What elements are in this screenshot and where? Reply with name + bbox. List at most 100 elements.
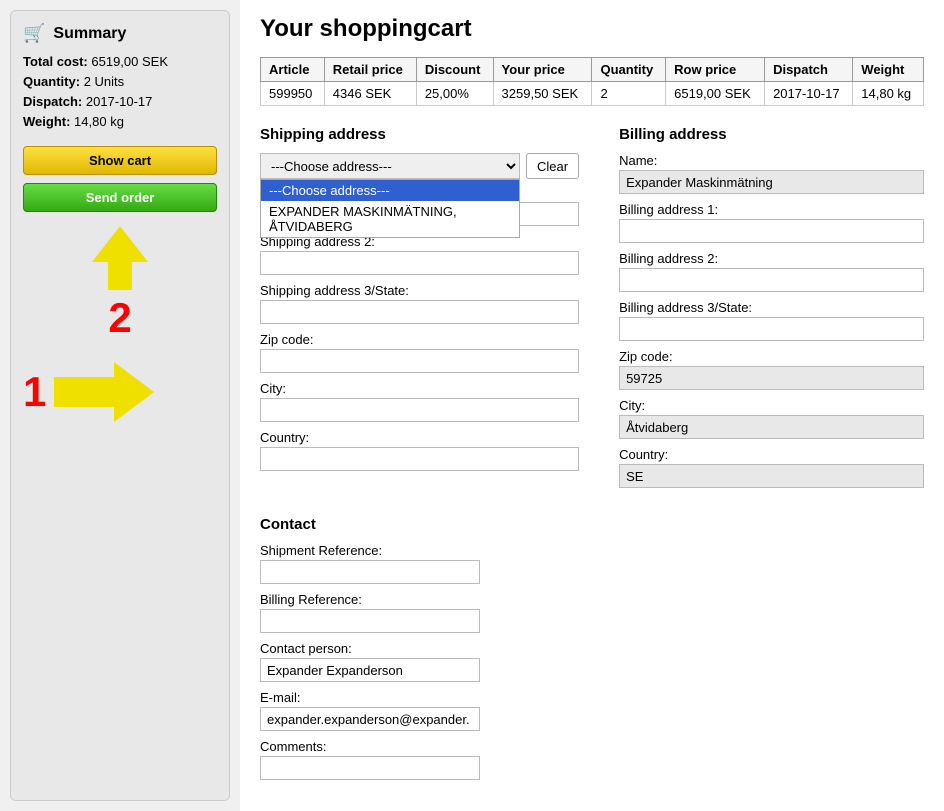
shipping-zip-group: Zip code: xyxy=(260,332,579,373)
quantity-row: Quantity: 2 Units xyxy=(23,74,217,89)
table-cell: 14,80 kg xyxy=(853,82,924,106)
arrow-up-annotation xyxy=(23,226,217,290)
table-row: 5999504346 SEK25,00%3259,50 SEK26519,00 … xyxy=(261,82,924,106)
billing-country-label: Country: xyxy=(619,447,924,462)
billing-zip-group: Zip code: xyxy=(619,349,924,390)
billing-name-label: Name: xyxy=(619,153,924,168)
shipment-ref-input[interactable] xyxy=(260,560,480,584)
email-input[interactable] xyxy=(260,707,480,731)
table-cell: 25,00% xyxy=(416,82,493,106)
shipping-addr3-group: Shipping address 3/State: xyxy=(260,283,579,324)
col-weight: Weight xyxy=(853,58,924,82)
comments-label: Comments: xyxy=(260,739,924,754)
billing-zip-input xyxy=(619,366,924,390)
billing-ref-input[interactable] xyxy=(260,609,480,633)
number-2-label: 2 xyxy=(23,294,217,342)
arrow-right-annotation: 1 xyxy=(23,362,217,422)
billing-addr3-label: Billing address 3/State: xyxy=(619,300,924,315)
sidebar: 🛒 Summary Total cost: 6519,00 SEK Quanti… xyxy=(10,10,230,801)
shipping-country-input[interactable] xyxy=(260,447,579,471)
col-quantity: Quantity xyxy=(592,58,666,82)
dropdown-option-expander[interactable]: EXPANDER MASKINMÄTNING, ÅTVIDABERG xyxy=(261,201,519,237)
shipping-addr3-input[interactable] xyxy=(260,300,579,324)
sidebar-title-text: Summary xyxy=(53,25,126,43)
billing-addr1-group: Billing address 1: xyxy=(619,202,924,243)
billing-country-group: Country: xyxy=(619,447,924,488)
col-row-price: Row price xyxy=(666,58,765,82)
shipping-city-input[interactable] xyxy=(260,398,579,422)
total-cost-row: Total cost: 6519,00 SEK xyxy=(23,54,217,69)
shipping-addr3-label: Shipping address 3/State: xyxy=(260,283,579,298)
billing-addr1-label: Billing address 1: xyxy=(619,202,924,217)
arrow-up-icon xyxy=(92,226,148,262)
table-cell: 599950 xyxy=(261,82,325,106)
dispatch-label: Dispatch: xyxy=(23,94,82,109)
number-1-label: 1 xyxy=(23,368,46,416)
main-content: Your shoppingcart Article Retail price D… xyxy=(240,0,944,811)
send-order-button[interactable]: Send order xyxy=(23,183,217,212)
shipping-country-group: Country: xyxy=(260,430,579,471)
table-cell: 2 xyxy=(592,82,666,106)
billing-name-group: Name: xyxy=(619,153,924,194)
billing-city-input xyxy=(619,415,924,439)
shipping-col: Shipping address ---Choose address--- EX… xyxy=(260,126,579,496)
billing-ref-group: Billing Reference: xyxy=(260,592,924,633)
arrow-right-icon xyxy=(54,362,154,422)
shipping-addr2-group: Shipping address 2: xyxy=(260,234,579,275)
col-your-price: Your price xyxy=(493,58,592,82)
dropdown-option-choose[interactable]: ---Choose address--- xyxy=(261,180,519,201)
billing-title: Billing address xyxy=(619,126,924,143)
quantity-value: 2 Units xyxy=(84,74,124,89)
col-retail-price: Retail price xyxy=(324,58,416,82)
shipping-city-group: City: xyxy=(260,381,579,422)
col-dispatch: Dispatch xyxy=(765,58,853,82)
total-cost-label: Total cost: xyxy=(23,54,88,69)
col-article: Article xyxy=(261,58,325,82)
billing-addr1-input[interactable] xyxy=(619,219,924,243)
billing-col: Billing address Name: Billing address 1:… xyxy=(619,126,924,496)
table-cell: 2017-10-17 xyxy=(765,82,853,106)
arrow-right-head xyxy=(114,362,154,422)
sidebar-title: 🛒 Summary xyxy=(23,23,217,44)
billing-city-group: City: xyxy=(619,398,924,439)
billing-zip-label: Zip code: xyxy=(619,349,924,364)
cart-icon: 🛒 xyxy=(23,23,45,44)
table-header-row: Article Retail price Discount Your price… xyxy=(261,58,924,82)
dispatch-row: Dispatch: 2017-10-17 xyxy=(23,94,217,109)
order-table-body: 5999504346 SEK25,00%3259,50 SEK26519,00 … xyxy=(261,82,924,106)
billing-country-input xyxy=(619,464,924,488)
contact-person-input[interactable] xyxy=(260,658,480,682)
shipping-zip-label: Zip code: xyxy=(260,332,579,347)
contact-title: Contact xyxy=(260,516,924,533)
shipping-country-label: Country: xyxy=(260,430,579,445)
shipment-ref-label: Shipment Reference: xyxy=(260,543,924,558)
billing-addr3-group: Billing address 3/State: xyxy=(619,300,924,341)
dispatch-value: 2017-10-17 xyxy=(86,94,153,109)
email-group: E-mail: xyxy=(260,690,924,731)
billing-addr2-input[interactable] xyxy=(619,268,924,292)
billing-name-input xyxy=(619,170,924,194)
weight-label: Weight: xyxy=(23,114,70,129)
billing-city-label: City: xyxy=(619,398,924,413)
contact-person-group: Contact person: xyxy=(260,641,924,682)
billing-addr3-input[interactable] xyxy=(619,317,924,341)
arrow-right-body xyxy=(54,377,114,407)
shipping-city-label: City: xyxy=(260,381,579,396)
table-cell: 4346 SEK xyxy=(324,82,416,106)
shipping-addr2-input[interactable] xyxy=(260,251,579,275)
address-section: Shipping address ---Choose address--- EX… xyxy=(260,126,924,496)
table-cell: 3259,50 SEK xyxy=(493,82,592,106)
billing-addr2-label: Billing address 2: xyxy=(619,251,924,266)
show-cart-button[interactable]: Show cart xyxy=(23,146,217,175)
clear-button[interactable]: Clear xyxy=(526,153,579,179)
col-discount: Discount xyxy=(416,58,493,82)
shipping-dropdown-row: ---Choose address--- EXPANDER MASKINMÄTN… xyxy=(260,153,579,179)
total-cost-value: 6519,00 SEK xyxy=(91,54,168,69)
order-table: Article Retail price Discount Your price… xyxy=(260,57,924,106)
comments-group: Comments: xyxy=(260,739,924,780)
shipping-zip-input[interactable] xyxy=(260,349,579,373)
weight-row: Weight: 14,80 kg xyxy=(23,114,217,129)
shipping-address-select[interactable]: ---Choose address--- EXPANDER MASKINMÄTN… xyxy=(260,153,520,179)
comments-input[interactable] xyxy=(260,756,480,780)
weight-value: 14,80 kg xyxy=(74,114,124,129)
